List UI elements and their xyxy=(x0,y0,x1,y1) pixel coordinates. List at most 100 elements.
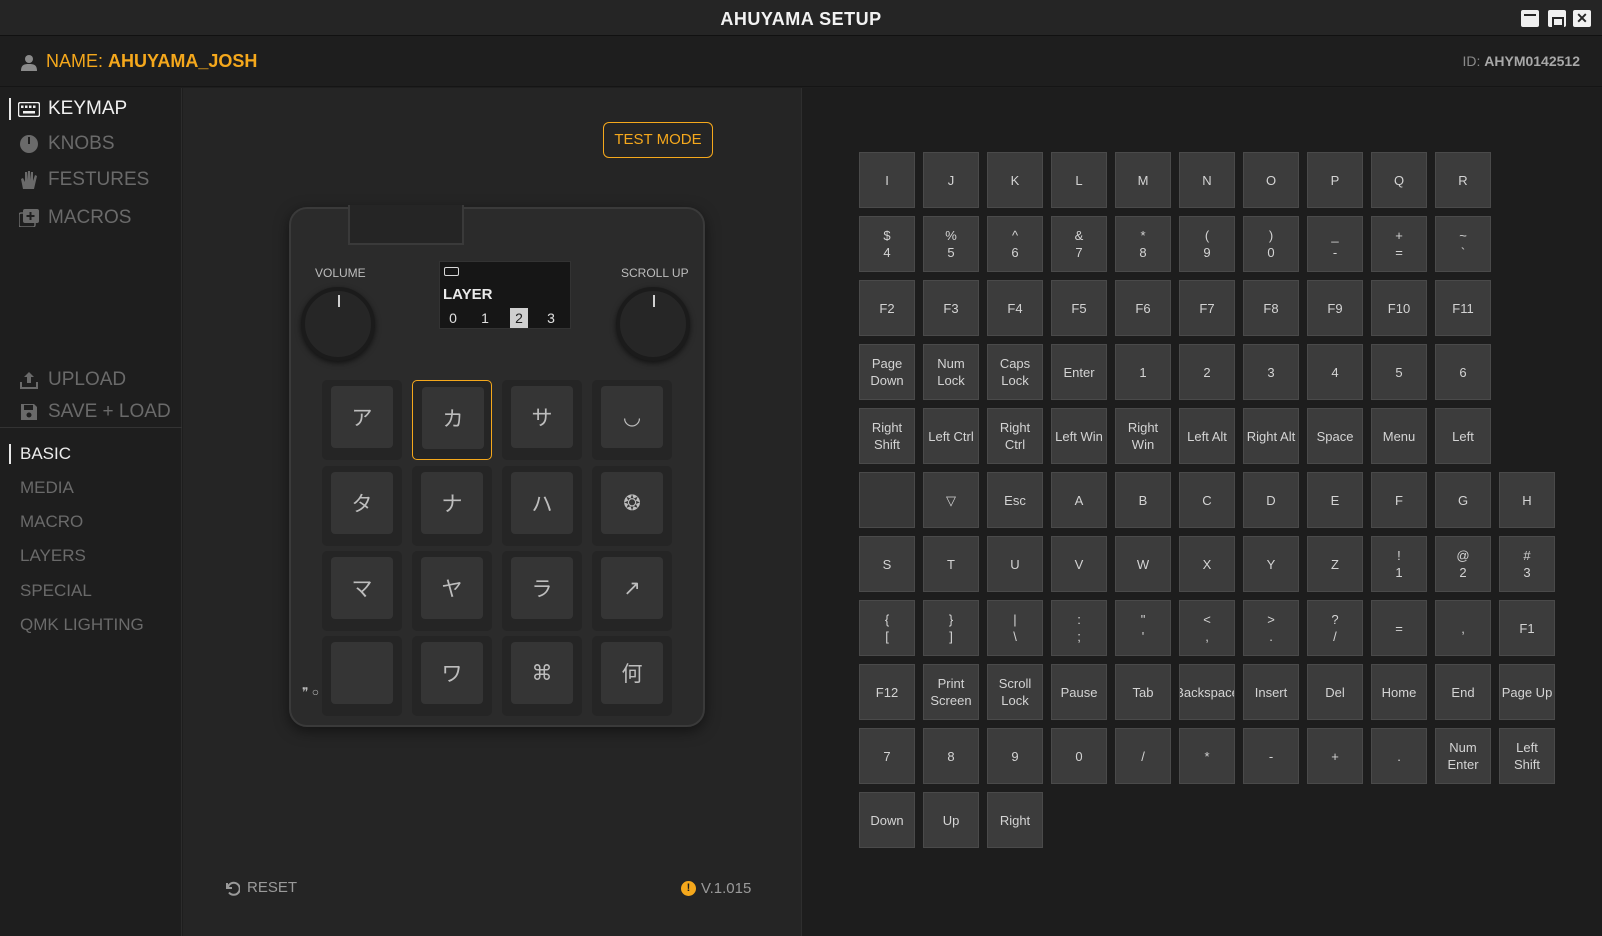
keycode-key[interactable]: F3 xyxy=(923,280,979,336)
keycode-key[interactable]: Up xyxy=(923,792,979,848)
keycode-key[interactable]: F2 xyxy=(859,280,915,336)
category-macro[interactable]: MACRO xyxy=(20,512,83,532)
keycode-key[interactable]: B xyxy=(1115,472,1171,528)
keycode-key[interactable]: Left Win xyxy=(1051,408,1107,464)
keycode-key[interactable]: G xyxy=(1435,472,1491,528)
keycode-key[interactable]: > . xyxy=(1243,600,1299,656)
keycode-key[interactable]: Menu xyxy=(1371,408,1427,464)
keycode-key[interactable]: Right Shift xyxy=(859,408,915,464)
close-icon[interactable]: ✕ xyxy=(1573,10,1591,27)
macropad-key[interactable]: ↗ xyxy=(592,551,672,631)
minimize-icon[interactable] xyxy=(1521,10,1539,27)
keycode-key[interactable]: F11 xyxy=(1435,280,1491,336)
layer-2[interactable]: 2 xyxy=(510,308,528,328)
scroll-knob[interactable] xyxy=(616,287,690,361)
keycode-key[interactable]: & 7 xyxy=(1051,216,1107,272)
keycode-key[interactable]: % 5 xyxy=(923,216,979,272)
volume-knob[interactable] xyxy=(301,287,375,361)
macropad-key[interactable]: タ xyxy=(322,466,402,546)
keycode-key[interactable]: / xyxy=(1115,728,1171,784)
keycode-key[interactable]: # 3 xyxy=(1499,536,1555,592)
keycode-key[interactable]: * xyxy=(1179,728,1235,784)
keycode-key[interactable]: Space xyxy=(1307,408,1363,464)
macropad-key[interactable]: マ xyxy=(322,551,402,631)
category-basic[interactable]: BASIC xyxy=(20,444,71,464)
keycode-key[interactable]: W xyxy=(1115,536,1171,592)
keycode-key[interactable]: A xyxy=(1051,472,1107,528)
keycode-key[interactable]: + xyxy=(1307,728,1363,784)
maximize-icon[interactable] xyxy=(1548,10,1566,27)
keycode-key[interactable]: Q xyxy=(1371,152,1427,208)
keycode-key[interactable]: 9 xyxy=(987,728,1043,784)
keycode-key[interactable]: Left Alt xyxy=(1179,408,1235,464)
keycode-key[interactable]: Right Ctrl xyxy=(987,408,1043,464)
keycode-key[interactable]: T xyxy=(923,536,979,592)
keycode-key[interactable]: Z xyxy=(1307,536,1363,592)
keycode-key[interactable]: Tab xyxy=(1115,664,1171,720)
keycode-key[interactable]: Left xyxy=(1435,408,1491,464)
keycode-key[interactable]: { [ xyxy=(859,600,915,656)
keycode-key[interactable]: . xyxy=(1371,728,1427,784)
keycode-key[interactable]: F6 xyxy=(1115,280,1171,336)
keycode-key[interactable]: Pause xyxy=(1051,664,1107,720)
keycode-key[interactable]: " ' xyxy=(1115,600,1171,656)
keycode-key[interactable]: ( 9 xyxy=(1179,216,1235,272)
keycode-key[interactable]: | \ xyxy=(987,600,1043,656)
keycode-key[interactable]: V xyxy=(1051,536,1107,592)
keycode-key[interactable]: 4 xyxy=(1307,344,1363,400)
macropad-key[interactable]: ナ xyxy=(412,466,492,546)
keycode-key[interactable]: Enter xyxy=(1051,344,1107,400)
save-load-button[interactable]: SAVE + LOAD xyxy=(18,401,171,423)
keycode-key[interactable]: F xyxy=(1371,472,1427,528)
layer-3[interactable]: 3 xyxy=(542,308,560,328)
keycode-key[interactable]: I xyxy=(859,152,915,208)
keycode-key[interactable]: F8 xyxy=(1243,280,1299,336)
keycode-key[interactable]: F4 xyxy=(987,280,1043,336)
keycode-key[interactable]: Page Up xyxy=(1499,664,1555,720)
keycode-key[interactable]: N xyxy=(1179,152,1235,208)
keycode-key[interactable]: $ 4 xyxy=(859,216,915,272)
keycode-key[interactable]: O xyxy=(1243,152,1299,208)
keycode-key[interactable]: ? / xyxy=(1307,600,1363,656)
keycode-key[interactable]: Down xyxy=(859,792,915,848)
macropad-key[interactable]: ラ xyxy=(502,551,582,631)
macropad-key[interactable]: ア xyxy=(322,380,402,460)
keycode-key[interactable]: 3 xyxy=(1243,344,1299,400)
keycode-key[interactable]: End xyxy=(1435,664,1491,720)
nav-festures[interactable]: FESTURES xyxy=(18,169,149,191)
macropad-key[interactable] xyxy=(322,636,402,716)
keycode-key[interactable]: 1 xyxy=(1115,344,1171,400)
keycode-key[interactable]: 6 xyxy=(1435,344,1491,400)
keycode-key[interactable]: ) 0 xyxy=(1243,216,1299,272)
keycode-key[interactable]: Del xyxy=(1307,664,1363,720)
keycode-key[interactable]: ! 1 xyxy=(1371,536,1427,592)
keycode-key[interactable]: F9 xyxy=(1307,280,1363,336)
keycode-key[interactable]: Page Down xyxy=(859,344,915,400)
reset-button[interactable]: RESET xyxy=(224,879,297,896)
keycode-key[interactable]: C xyxy=(1179,472,1235,528)
keycode-key[interactable]: Num Lock xyxy=(923,344,979,400)
nav-knobs[interactable]: KNOBS xyxy=(18,133,115,155)
keycode-key[interactable]: Left Ctrl xyxy=(923,408,979,464)
keycode-key[interactable]: E xyxy=(1307,472,1363,528)
keycode-key[interactable]: F1 xyxy=(1499,600,1555,656)
keycode-key[interactable]: < , xyxy=(1179,600,1235,656)
keycode-key[interactable]: D xyxy=(1243,472,1299,528)
keycode-key[interactable]: F10 xyxy=(1371,280,1427,336)
keycode-key[interactable]: K xyxy=(987,152,1043,208)
macropad-key[interactable]: カ xyxy=(412,380,492,460)
keycode-key[interactable]: Right Win xyxy=(1115,408,1171,464)
category-special[interactable]: SPECIAL xyxy=(20,581,92,601)
keycode-key[interactable]: P xyxy=(1307,152,1363,208)
keycode-key[interactable]: + = xyxy=(1371,216,1427,272)
keycode-key[interactable]: 5 xyxy=(1371,344,1427,400)
keycode-key[interactable]: _ - xyxy=(1307,216,1363,272)
keycode-key[interactable]: : ; xyxy=(1051,600,1107,656)
upload-button[interactable]: UPLOAD xyxy=(18,369,126,391)
keycode-key[interactable]: Scroll Lock xyxy=(987,664,1043,720)
keycode-key[interactable]: = xyxy=(1371,600,1427,656)
keycode-key[interactable]: H xyxy=(1499,472,1555,528)
layer-1[interactable]: 1 xyxy=(476,308,494,328)
layer-0[interactable]: 0 xyxy=(444,308,462,328)
keycode-key[interactable]: Backspace xyxy=(1179,664,1235,720)
